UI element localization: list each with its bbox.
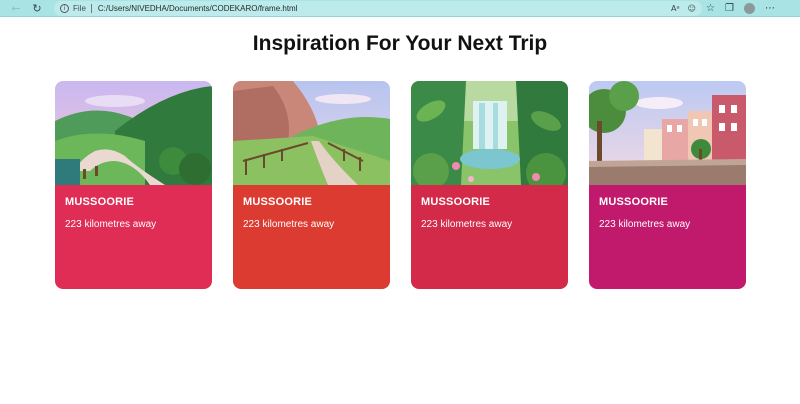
destination-card[interactable]: MUSSOORIE 223 kilometres away xyxy=(411,81,568,289)
more-menu-icon[interactable]: ⋯ xyxy=(765,3,775,14)
tracking-prevention-icon[interactable]: ☺ xyxy=(688,4,696,13)
address-url[interactable]: C:/Users/NIVEDHA/Documents/CODEKARO/fram… xyxy=(98,4,298,13)
card-distance: 223 kilometres away xyxy=(243,219,335,230)
card-body: MUSSOORIE 223 kilometres away xyxy=(55,185,212,289)
card-title: MUSSOORIE xyxy=(599,196,669,208)
card-title: MUSSOORIE xyxy=(65,196,135,208)
collections-icon[interactable]: ❐ xyxy=(725,3,734,14)
card-distance: 223 kilometres away xyxy=(599,219,691,230)
profile-avatar-icon[interactable] xyxy=(743,3,755,14)
refresh-icon[interactable]: ↻ xyxy=(29,0,45,16)
address-divider xyxy=(90,4,92,13)
card-distance: 223 kilometres away xyxy=(421,219,513,230)
destination-card[interactable]: MUSSOORIE 223 kilometres away xyxy=(55,81,212,289)
card-body: MUSSOORIE 223 kilometres away xyxy=(411,185,568,289)
address-bar[interactable]: i File C:/Users/NIVEDHA/Documents/CODEKA… xyxy=(54,1,702,16)
back-arrow-icon[interactable]: ← xyxy=(8,0,24,16)
card-body: MUSSOORIE 223 kilometres away xyxy=(233,185,390,289)
info-icon[interactable]: i xyxy=(60,4,69,13)
card-image-fenced-path xyxy=(233,81,390,185)
card-image-waterfall xyxy=(411,81,568,185)
card-distance: 223 kilometres away xyxy=(65,219,157,230)
card-title: MUSSOORIE xyxy=(243,196,313,208)
destination-card[interactable]: MUSSOORIE 223 kilometres away xyxy=(233,81,390,289)
file-label: File xyxy=(73,4,86,13)
destination-card[interactable]: MUSSOORIE 223 kilometres away xyxy=(589,81,746,289)
browser-toolbar: ← ↻ i File C:/Users/NIVEDHA/Documents/CO… xyxy=(0,0,800,17)
read-aloud-icon[interactable]: Aᵃ xyxy=(671,4,680,13)
page-title: Inspiration For Your Next Trip xyxy=(252,32,548,55)
card-title: MUSSOORIE xyxy=(421,196,491,208)
favorites-star-icon[interactable]: ☆ xyxy=(706,3,715,14)
card-image-winding-road xyxy=(55,81,212,185)
card-body: MUSSOORIE 223 kilometres away xyxy=(589,185,746,289)
card-image-town-street xyxy=(589,81,746,185)
